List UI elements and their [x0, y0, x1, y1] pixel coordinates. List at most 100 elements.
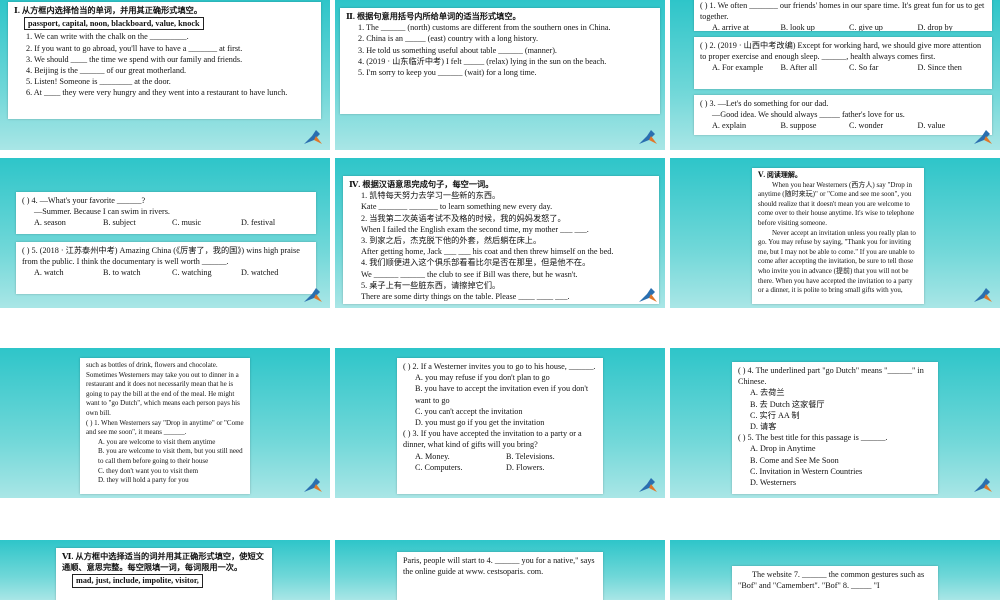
option: C. So far — [849, 63, 879, 73]
exercise-item: Kate _______ _______ to learn something … — [361, 202, 553, 212]
question-text: ( ) 4. The underlined part "go Dutch" me… — [738, 366, 924, 387]
passage-paragraph: such as bottles of drink, flowers and ch… — [86, 361, 240, 417]
options-row: A. season B. subject C. music D. festiva… — [22, 217, 310, 228]
slide-1[interactable]: Ⅰ. 从方框内选择恰当的单词，并用其正确形式填空。 passport, capi… — [0, 0, 330, 150]
option: C. wonder — [849, 121, 884, 131]
question-text: ( ) 3. —Let's do something for our dad. — [700, 99, 829, 108]
option: C. you can't accept the invitation — [415, 406, 523, 416]
question-text: ( ) 2. If a Westerner invites you to go … — [403, 362, 596, 371]
slide-4[interactable]: ( ) 4. —What's your favorite ______? —Su… — [0, 158, 330, 308]
option: C. 实行 AA 制 — [750, 410, 800, 420]
option: B. look up — [780, 23, 815, 31]
option: C. music — [172, 218, 202, 228]
passage-text: The website 7. ______ the common gesture… — [738, 570, 925, 591]
slide-3-card-a: ( ) 1. We often _______ our friends' hom… — [694, 0, 992, 31]
option: B. suppose — [780, 121, 817, 131]
option: A. 去荷兰 — [750, 388, 785, 398]
slide-12[interactable]: The website 7. ______ the common gesture… — [670, 540, 1000, 600]
option: D. 请客 — [750, 422, 777, 432]
passage-paragraph: Never accept an invitation unless you re… — [758, 228, 916, 295]
section-heading: Ⅰ. 从方框内选择恰当的单词，并用其正确形式填空。 — [14, 6, 203, 15]
parrot-icon — [304, 478, 322, 492]
exercise-item: 2. 当我第二次英语考试不及格的时候，我的妈妈发怒了。 — [361, 213, 566, 223]
option: D. watched — [241, 268, 279, 278]
option: C. watching — [172, 268, 212, 278]
option: C. Computers. — [415, 462, 463, 472]
slide-4-card-a: ( ) 4. —What's your favorite ______? —Su… — [16, 192, 316, 234]
exercise-item: 5. Listen! Someone is ________ at the do… — [26, 77, 171, 87]
exercise-item: 3. We should ____ the time we spend with… — [26, 54, 243, 64]
question-text: —Summer. Because I can swim in rivers. — [34, 207, 170, 217]
slide-1-card: Ⅰ. 从方框内选择恰当的单词，并用其正确形式填空。 passport, capi… — [8, 2, 321, 119]
option: B. to watch — [103, 268, 141, 278]
parrot-icon — [639, 130, 657, 144]
option: D. drop by — [917, 23, 953, 31]
slide-11-card: Paris, people will start to 4. ______ yo… — [397, 552, 603, 600]
slide-8[interactable]: ( ) 2. If a Westerner invites you to go … — [335, 348, 665, 498]
option: A. Drop in Anytime — [750, 444, 816, 454]
section-heading: Ⅳ. 根据汉语意思完成句子，每空一词。 — [349, 180, 494, 189]
slide-3[interactable]: ( ) 1. We often _______ our friends' hom… — [670, 0, 1000, 150]
exercise-item: 1. The ______ (north) customs are differ… — [358, 23, 611, 33]
question-text: ( ) 4. —What's your favorite ______? — [22, 196, 146, 205]
exercise-item: We ______ ______ the club to see if Bill… — [361, 269, 578, 279]
slide-10-card: Ⅵ. 从方框中选择适当的词并用其正确形式填空，使短文通顺、意思完整。每空限填一词… — [56, 548, 272, 600]
options-row: A. watch B. to watch C. watching D. watc… — [22, 267, 310, 278]
option: A. watch — [34, 268, 64, 278]
question-text: ( ) 1. We often _______ our friends' hom… — [700, 1, 985, 22]
slide-10[interactable]: Ⅵ. 从方框中选择适当的词并用其正确形式填空，使短文通顺、意思完整。每空限填一词… — [0, 540, 330, 600]
slide-7-card: such as bottles of drink, flowers and ch… — [80, 358, 250, 494]
option: A. you are welcome to visit them anytime — [98, 437, 216, 446]
slide-thumbnail-grid: Ⅰ. 从方框内选择恰当的单词，并用其正确形式填空。 passport, capi… — [0, 0, 1000, 600]
slide-2[interactable]: Ⅱ. 根据句意用括号内所给单词的适当形式填空。 1. The ______ (n… — [335, 0, 665, 150]
option: B. subject — [103, 218, 136, 228]
slide-8-card: ( ) 2. If a Westerner invites you to go … — [397, 358, 603, 494]
slide-2-card: Ⅱ. 根据句意用括号内所给单词的适当形式填空。 1. The ______ (n… — [340, 8, 660, 114]
option: C. they don't want you to visit them — [98, 466, 199, 475]
slide-11[interactable]: Paris, people will start to 4. ______ yo… — [335, 540, 665, 600]
exercise-item: 3. He told us something useful about tab… — [358, 45, 557, 55]
option: A. explain — [712, 121, 747, 131]
exercise-item: 1. 凯特每天努力去学习一些新的东西。 — [361, 191, 501, 201]
slide-6[interactable]: Ⅴ. 阅读理解。 When you hear Westerners (西方人) … — [670, 158, 1000, 308]
option: B. you have to accept the invitation eve… — [415, 384, 589, 405]
exercise-item: 4. 我们顺便进入这个俱乐部看看比尔是否在那里，但是他不在。 — [361, 258, 591, 268]
exercise-item: 4. (2019 · 山东临沂中考) I felt _____ (relax) … — [358, 56, 607, 66]
exercise-item: 2. If you want to go abroad, you'll have… — [26, 43, 243, 53]
option: A. For example — [712, 63, 764, 73]
options-row: A. For example B. After all C. So far D.… — [700, 62, 986, 73]
slide-5-card: Ⅳ. 根据汉语意思完成句子，每空一词。 1. 凯特每天努力去学习一些新的东西。 … — [343, 176, 659, 304]
slide-3-card-b: ( ) 2. (2019 · 山西中考改编) Except for workin… — [694, 37, 992, 89]
question-text: ( ) 5. The best title for this passage i… — [738, 433, 888, 443]
slide-5[interactable]: Ⅳ. 根据汉语意思完成句子，每空一词。 1. 凯特每天努力去学习一些新的东西。 … — [335, 158, 665, 308]
word-box: mad, just, include, impolite, visitor, — [72, 574, 203, 588]
word-box: passport, capital, noon, blackboard, val… — [24, 17, 204, 31]
option: D. you must go if you get the invitation — [415, 418, 545, 428]
exercise-item: 2. China is an _____ (east) country with… — [358, 34, 539, 44]
option: B. Televisions. — [506, 451, 555, 461]
option: C. give up — [849, 23, 883, 31]
exercise-item: 6. At ____ they were very hungry and the… — [26, 88, 288, 98]
exercise-item: 4. Beijing is the ______ of our great mo… — [26, 66, 187, 76]
slide-9[interactable]: ( ) 4. The underlined part "go Dutch" me… — [670, 348, 1000, 498]
question-text: ( ) 1. When Westerners say "Drop in anyt… — [86, 418, 244, 437]
option: A. Money. — [415, 451, 450, 461]
option: D. festival — [241, 218, 276, 228]
exercise-item: After getting home, Jack ___ ___ his coa… — [361, 247, 614, 257]
exercise-item: 5. 桌子上有一些脏东西，请擦掉它们。 — [361, 280, 501, 290]
question-text: ( ) 5. (2018 · 江苏泰州中考) Amazing China (《厉… — [22, 246, 300, 267]
slide-7[interactable]: such as bottles of drink, flowers and ch… — [0, 348, 330, 498]
options-row: A. Money. B. Televisions. — [403, 451, 597, 462]
exercise-item: 3. 到家之后，杰克脱下他的外套，然后躺在床上。 — [361, 236, 542, 246]
options-row: C. Computers. D. Flowers. — [403, 462, 597, 473]
option: A. arrive at — [712, 23, 750, 31]
slide-9-card: ( ) 4. The underlined part "go Dutch" me… — [732, 362, 938, 494]
question-text: ( ) 3. If you have accepted the invitati… — [403, 429, 582, 450]
exercise-item: 5. I'm sorry to keep you ______ (wait) f… — [358, 68, 537, 78]
option: D. Since then — [917, 63, 962, 73]
parrot-icon — [974, 288, 992, 302]
option: B. 去 Dutch 这家餐厅 — [750, 399, 825, 409]
options-row: A. explain B. suppose C. wonder D. value — [700, 120, 986, 131]
parrot-icon — [974, 478, 992, 492]
passage-paragraph: When you hear Westerners (西方人) say "Drop… — [758, 180, 914, 227]
